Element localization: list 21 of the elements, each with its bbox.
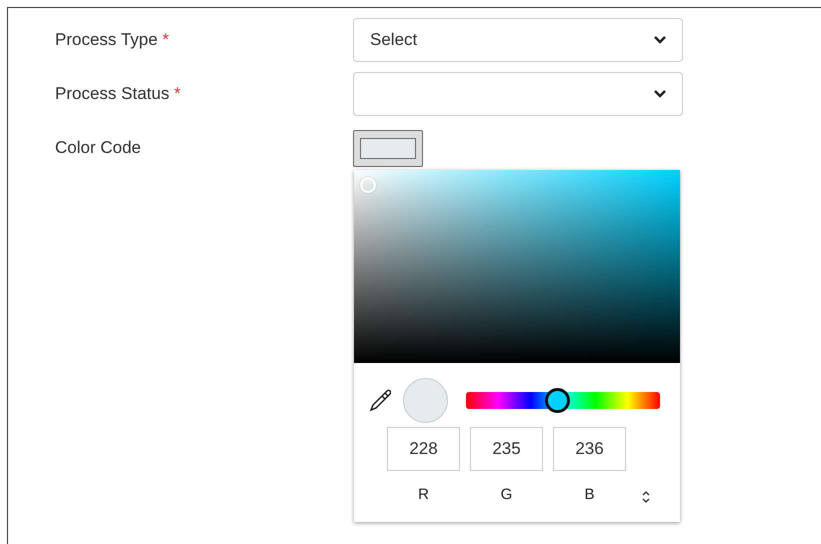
mode-toggle-icon[interactable]	[642, 490, 650, 502]
required-asterisk: *	[162, 30, 170, 50]
channel-label: G	[500, 485, 512, 505]
channel-input[interactable]: 235	[470, 427, 543, 471]
field-label: Process Status	[55, 84, 170, 104]
select-field[interactable]	[353, 72, 683, 116]
saturation-field[interactable]	[354, 170, 680, 363]
chevron-down-icon	[654, 90, 666, 98]
channel-label: R	[418, 485, 429, 505]
channel-input[interactable]: 228	[387, 427, 460, 471]
chevron-down-icon	[654, 36, 666, 44]
color-swatch-button[interactable]	[353, 130, 423, 166]
channel-label: B	[584, 485, 594, 505]
field-label: Process Type	[55, 30, 158, 50]
required-asterisk: *	[174, 84, 181, 104]
field-label: Color Code	[55, 138, 141, 158]
select-field[interactable]: Select	[353, 18, 683, 62]
hue-handle[interactable]	[545, 388, 570, 412]
color-preview	[403, 378, 448, 422]
saturation-handle[interactable]	[360, 177, 376, 193]
channel-input[interactable]: 236	[553, 427, 626, 471]
